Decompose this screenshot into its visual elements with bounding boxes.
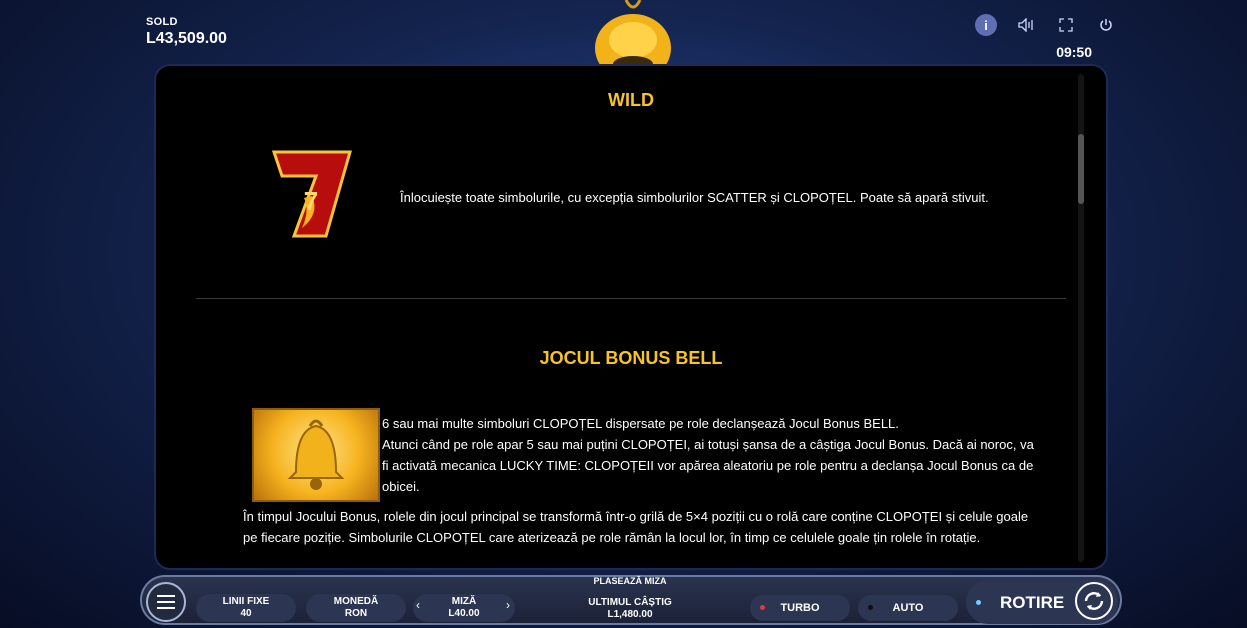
clock: 09:50 xyxy=(1056,44,1092,60)
bell-symbol-icon xyxy=(252,408,380,502)
last-win-display: ULTIMUL CÂȘTIG L1,480.00 xyxy=(580,597,680,621)
last-win-value: L1,480.00 xyxy=(607,609,653,620)
wild-seven-icon: 7 xyxy=(271,150,352,238)
spin-label: ROTIRE xyxy=(1000,593,1065,612)
bonus-line-1: 6 sau mai multe simboluri CLOPOȚEL dispe… xyxy=(382,416,899,431)
bonus-description: 6 sau mai multe simboluri CLOPOȚEL dispe… xyxy=(382,413,1042,497)
scroll-thumb[interactable] xyxy=(1078,134,1084,204)
lines-display: LINII FIXE 40 xyxy=(196,594,296,622)
bet-label: MIZĂ xyxy=(451,596,477,607)
currency-label: MONEDĂ xyxy=(333,596,379,607)
paytable-panel[interactable]: WILD 7 Înlocuiește toate simbolurile, cu… xyxy=(156,66,1106,568)
section-divider xyxy=(196,298,1066,299)
balance-display: SOLD L43,509.00 xyxy=(146,16,227,48)
bet-value: L40.00 xyxy=(448,608,480,619)
place-bet-label: PLASEAZĂ MIZA xyxy=(593,576,667,586)
wild-description: Înlocuiește toate simbolurile, cu excepț… xyxy=(400,190,989,205)
balance-value: L43,509.00 xyxy=(146,30,227,47)
bonus-line-3: În timpul Jocului Bonus, rolele din jocu… xyxy=(243,509,1029,545)
turbo-toggle[interactable]: TURBO xyxy=(750,595,850,621)
panel-scrollbar[interactable] xyxy=(1078,74,1084,562)
last-win-label: ULTIMUL CÂȘTIG xyxy=(588,597,672,608)
bonus-line-2: Atunci când pe role apar 5 sau mai puțin… xyxy=(382,437,1034,494)
wild-symbol-text: 7 xyxy=(304,186,318,216)
turbo-indicator-icon xyxy=(760,605,765,610)
balance-label: SOLD xyxy=(146,16,178,28)
lines-value: 40 xyxy=(240,608,252,619)
auto-indicator-icon xyxy=(868,605,873,610)
menu-icon xyxy=(157,595,175,597)
spin-indicator-icon xyxy=(976,600,981,605)
fullscreen-icon[interactable] xyxy=(1055,14,1077,36)
info-icon[interactable]: i xyxy=(975,14,997,36)
lines-label: LINII FIXE xyxy=(222,596,270,607)
bet-increase-icon[interactable]: › xyxy=(506,598,510,612)
spin-icon[interactable] xyxy=(1075,582,1113,620)
auto-label: AUTO xyxy=(892,602,924,614)
menu-button[interactable] xyxy=(146,582,186,622)
bet-decrease-icon[interactable]: ‹ xyxy=(416,598,420,612)
wild-title: WILD xyxy=(608,90,654,110)
sound-icon[interactable] xyxy=(1015,14,1037,36)
currency-value: RON xyxy=(344,608,368,619)
bet-selector: MIZĂ L40.00 xyxy=(413,594,515,622)
bonus-title: JOCUL BONUS BELL xyxy=(539,348,723,368)
currency-selector[interactable]: MONEDĂ RON xyxy=(306,594,406,622)
top-controls: i xyxy=(975,14,1117,36)
turbo-label: TURBO xyxy=(780,602,820,614)
bell-mascot-icon xyxy=(595,0,671,70)
auto-toggle[interactable]: AUTO xyxy=(858,595,958,621)
power-icon[interactable] xyxy=(1095,14,1117,36)
